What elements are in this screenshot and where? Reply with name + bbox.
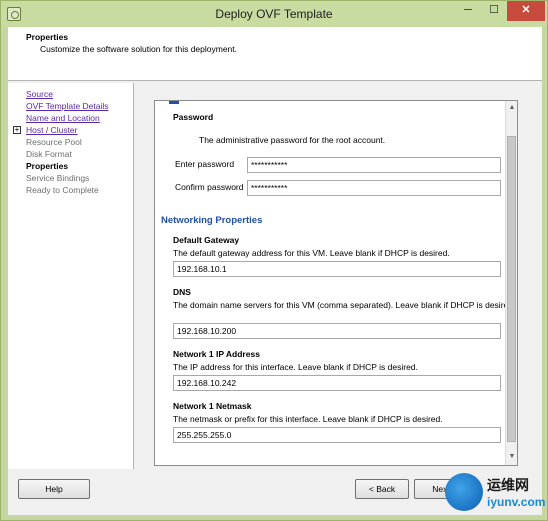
- ip-address-description: The IP address for this interface. Leave…: [173, 362, 418, 372]
- gateway-description: The default gateway address for this VM.…: [173, 248, 450, 258]
- password-title: Password: [173, 112, 214, 122]
- help-button[interactable]: Help: [18, 479, 90, 499]
- step-properties: Properties: [26, 161, 69, 171]
- clipped-heading: [169, 101, 179, 104]
- dns-field[interactable]: 192.168.10.200: [173, 323, 501, 339]
- step-resource-pool: Resource Pool: [26, 137, 82, 147]
- scroll-thumb[interactable]: [507, 136, 516, 442]
- scroll-up-icon[interactable]: ▲: [506, 102, 517, 114]
- enter-password-field[interactable]: ***********: [247, 157, 501, 173]
- page-title: Properties: [26, 32, 69, 42]
- netmask-field[interactable]: 255.255.255.0: [173, 427, 501, 443]
- back-button[interactable]: < Back: [355, 479, 409, 499]
- networking-section-title: Networking Properties: [161, 215, 263, 226]
- step-name-and-location[interactable]: Name and Location: [26, 113, 100, 123]
- step-ready-to-complete: Ready to Complete: [26, 185, 99, 195]
- properties-panel: Password The administrative password for…: [154, 100, 518, 466]
- watermark-globe-icon: [445, 473, 483, 511]
- enter-password-label: Enter password: [175, 159, 235, 169]
- wizard-steps-nav: Source OVF Template Details Name and Loc…: [8, 83, 134, 469]
- wizard-header: Properties Customize the software soluti…: [8, 27, 542, 81]
- confirm-password-field[interactable]: ***********: [247, 180, 501, 196]
- step-ovf-template-details[interactable]: OVF Template Details: [26, 101, 109, 111]
- deploy-ovf-window: Deploy OVF Template ─ ☐ ✕ Properties Cus…: [0, 0, 548, 521]
- minimize-button[interactable]: ─: [455, 1, 481, 21]
- title-bar: Deploy OVF Template ─ ☐ ✕: [1, 1, 547, 27]
- maximize-button[interactable]: ☐: [481, 1, 507, 21]
- dns-title: DNS: [173, 287, 191, 297]
- step-disk-format: Disk Format: [26, 149, 72, 159]
- confirm-password-label: Confirm password: [175, 182, 244, 192]
- expand-icon[interactable]: +: [13, 126, 21, 134]
- page-subtitle: Customize the software solution for this…: [40, 44, 238, 54]
- properties-scroll-content: Password The administrative password for…: [155, 101, 515, 465]
- watermark-logo: 运维网 iyunv.com: [441, 471, 545, 515]
- step-host-cluster[interactable]: Host / Cluster: [26, 125, 78, 135]
- netmask-title: Network 1 Netmask: [173, 401, 252, 411]
- netmask-description: The netmask or prefix for this interface…: [173, 414, 443, 424]
- close-button[interactable]: ✕: [507, 1, 545, 21]
- ip-address-title: Network 1 IP Address: [173, 349, 260, 359]
- scroll-down-icon[interactable]: ▼: [506, 451, 517, 463]
- password-description: The administrative password for the root…: [199, 135, 386, 145]
- gateway-title: Default Gateway: [173, 235, 240, 245]
- vertical-scrollbar[interactable]: ▲ ▼: [505, 101, 517, 465]
- watermark-line2: iyunv.com: [487, 495, 546, 509]
- step-source[interactable]: Source: [26, 89, 53, 99]
- ip-address-field[interactable]: 192.168.10.242: [173, 375, 501, 391]
- watermark-line1: 运维网: [487, 477, 529, 493]
- step-service-bindings: Service Bindings: [26, 173, 90, 183]
- dns-description: The domain name servers for this VM (com…: [173, 300, 516, 310]
- dialog-client: Properties Customize the software soluti…: [8, 27, 542, 515]
- gateway-field[interactable]: 192.168.10.1: [173, 261, 501, 277]
